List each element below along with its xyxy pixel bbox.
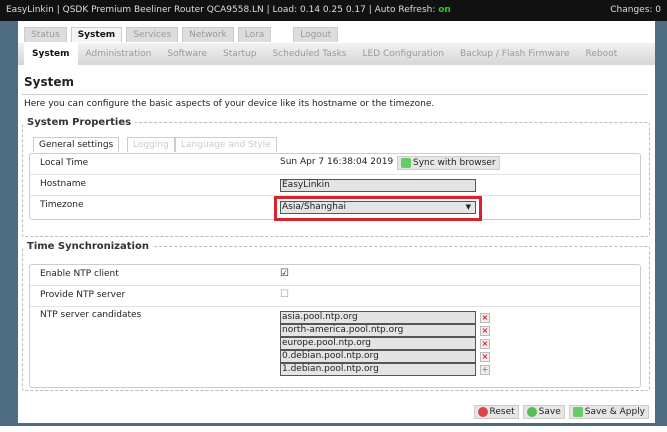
save-label: Save bbox=[538, 407, 561, 417]
provide-ntp-checkbox[interactable]: ☐ bbox=[280, 289, 289, 300]
subtab-backup-flash[interactable]: Backup / Flash Firmware bbox=[452, 46, 577, 62]
ntp-server-input[interactable]: north-america.pool.ntp.org bbox=[280, 324, 476, 337]
hostname-label: Hostname bbox=[40, 179, 87, 189]
time-sync-section: Time Synchronization Enable NTP client ☑… bbox=[22, 241, 650, 391]
main-content: System Here you can configure the basic … bbox=[18, 65, 655, 426]
auto-refresh-toggle[interactable]: on bbox=[438, 5, 451, 15]
header-bar: EasyLinkin | QSDK Premium Beeliner Route… bbox=[0, 0, 667, 21]
subtab-reboot[interactable]: Reboot bbox=[577, 46, 625, 62]
tab-network[interactable]: Network bbox=[182, 27, 234, 42]
tab-language-style[interactable]: Language and Style bbox=[175, 137, 277, 152]
page-description: Here you can configure the basic aspects… bbox=[24, 99, 435, 109]
system-properties-legend: System Properties bbox=[27, 117, 132, 128]
add-icon[interactable]: + bbox=[480, 365, 490, 375]
timezone-value: Asia/Shanghai bbox=[282, 202, 346, 212]
save-apply-label: Save & Apply bbox=[584, 407, 645, 417]
timezone-select[interactable]: Asia/Shanghai ▼ bbox=[280, 201, 476, 214]
changes-link[interactable]: Changes: 0 bbox=[610, 0, 661, 21]
remove-icon[interactable]: × bbox=[480, 352, 490, 362]
tab-logout[interactable]: Logout bbox=[293, 27, 339, 42]
save-icon bbox=[526, 407, 537, 417]
tab-status[interactable]: Status bbox=[24, 27, 67, 42]
save-button[interactable]: Save bbox=[522, 405, 565, 419]
right-border bbox=[655, 21, 667, 426]
sync-browser-button[interactable]: Sync with browser bbox=[397, 156, 500, 170]
save-apply-button[interactable]: Save & Apply bbox=[568, 405, 649, 419]
subtab-startup[interactable]: Startup bbox=[215, 46, 264, 62]
tab-general-settings[interactable]: General settings bbox=[33, 137, 120, 152]
tab-services[interactable]: Services bbox=[126, 27, 179, 42]
provide-ntp-label: Provide NTP server bbox=[40, 290, 126, 300]
subtab-scheduled-tasks[interactable]: Scheduled Tasks bbox=[264, 46, 354, 62]
apply-icon bbox=[572, 407, 583, 417]
form-actions: Reset Save Save & Apply bbox=[473, 405, 649, 419]
hostname-input[interactable]: EasyLinkin bbox=[280, 179, 476, 192]
top-tabs: Status System Services Network Lora Logo… bbox=[24, 27, 339, 42]
ntp-server-input[interactable]: 0.debian.pool.ntp.org bbox=[280, 350, 476, 363]
tab-system[interactable]: System bbox=[70, 27, 123, 42]
remove-icon[interactable]: × bbox=[480, 313, 490, 323]
page-title: System bbox=[24, 75, 74, 89]
reset-button[interactable]: Reset bbox=[473, 405, 519, 419]
timezone-label: Timezone bbox=[40, 200, 84, 210]
subtab-system[interactable]: System bbox=[24, 43, 78, 65]
sync-icon bbox=[401, 158, 411, 168]
ntp-server-input[interactable]: asia.pool.ntp.org bbox=[280, 311, 476, 324]
enable-ntp-checkbox[interactable]: ☑ bbox=[280, 268, 289, 279]
sync-button-label: Sync with browser bbox=[413, 158, 496, 168]
local-time-label: Local Time bbox=[40, 158, 89, 168]
remove-icon[interactable]: × bbox=[480, 339, 490, 349]
subtab-administration[interactable]: Administration bbox=[78, 46, 160, 62]
subtab-software[interactable]: Software bbox=[159, 46, 215, 62]
left-border bbox=[0, 21, 18, 426]
tab-lora[interactable]: Lora bbox=[237, 27, 272, 42]
time-sync-legend: Time Synchronization bbox=[27, 241, 149, 252]
subtab-led-configuration[interactable]: LED Configuration bbox=[355, 46, 453, 62]
ntp-server-input[interactable]: 1.debian.pool.ntp.org bbox=[280, 363, 476, 376]
header-title: EasyLinkin | QSDK Premium Beeliner Route… bbox=[6, 5, 439, 15]
ntp-server-input[interactable]: europe.pool.ntp.org bbox=[280, 337, 476, 350]
remove-icon[interactable]: × bbox=[480, 326, 490, 336]
system-properties-section: System Properties General settings Loggi… bbox=[22, 117, 650, 237]
dropdown-arrow-icon: ▼ bbox=[465, 203, 471, 211]
reset-icon bbox=[477, 407, 488, 417]
reset-label: Reset bbox=[489, 407, 515, 417]
tab-logging[interactable]: Logging bbox=[127, 137, 175, 152]
ntp-candidates-label: NTP server candidates bbox=[40, 310, 142, 320]
local-time-value: Sun Apr 7 16:38:04 2019 bbox=[280, 157, 394, 167]
sub-nav: System Administration Software Startup S… bbox=[18, 43, 655, 65]
enable-ntp-label: Enable NTP client bbox=[40, 269, 119, 279]
